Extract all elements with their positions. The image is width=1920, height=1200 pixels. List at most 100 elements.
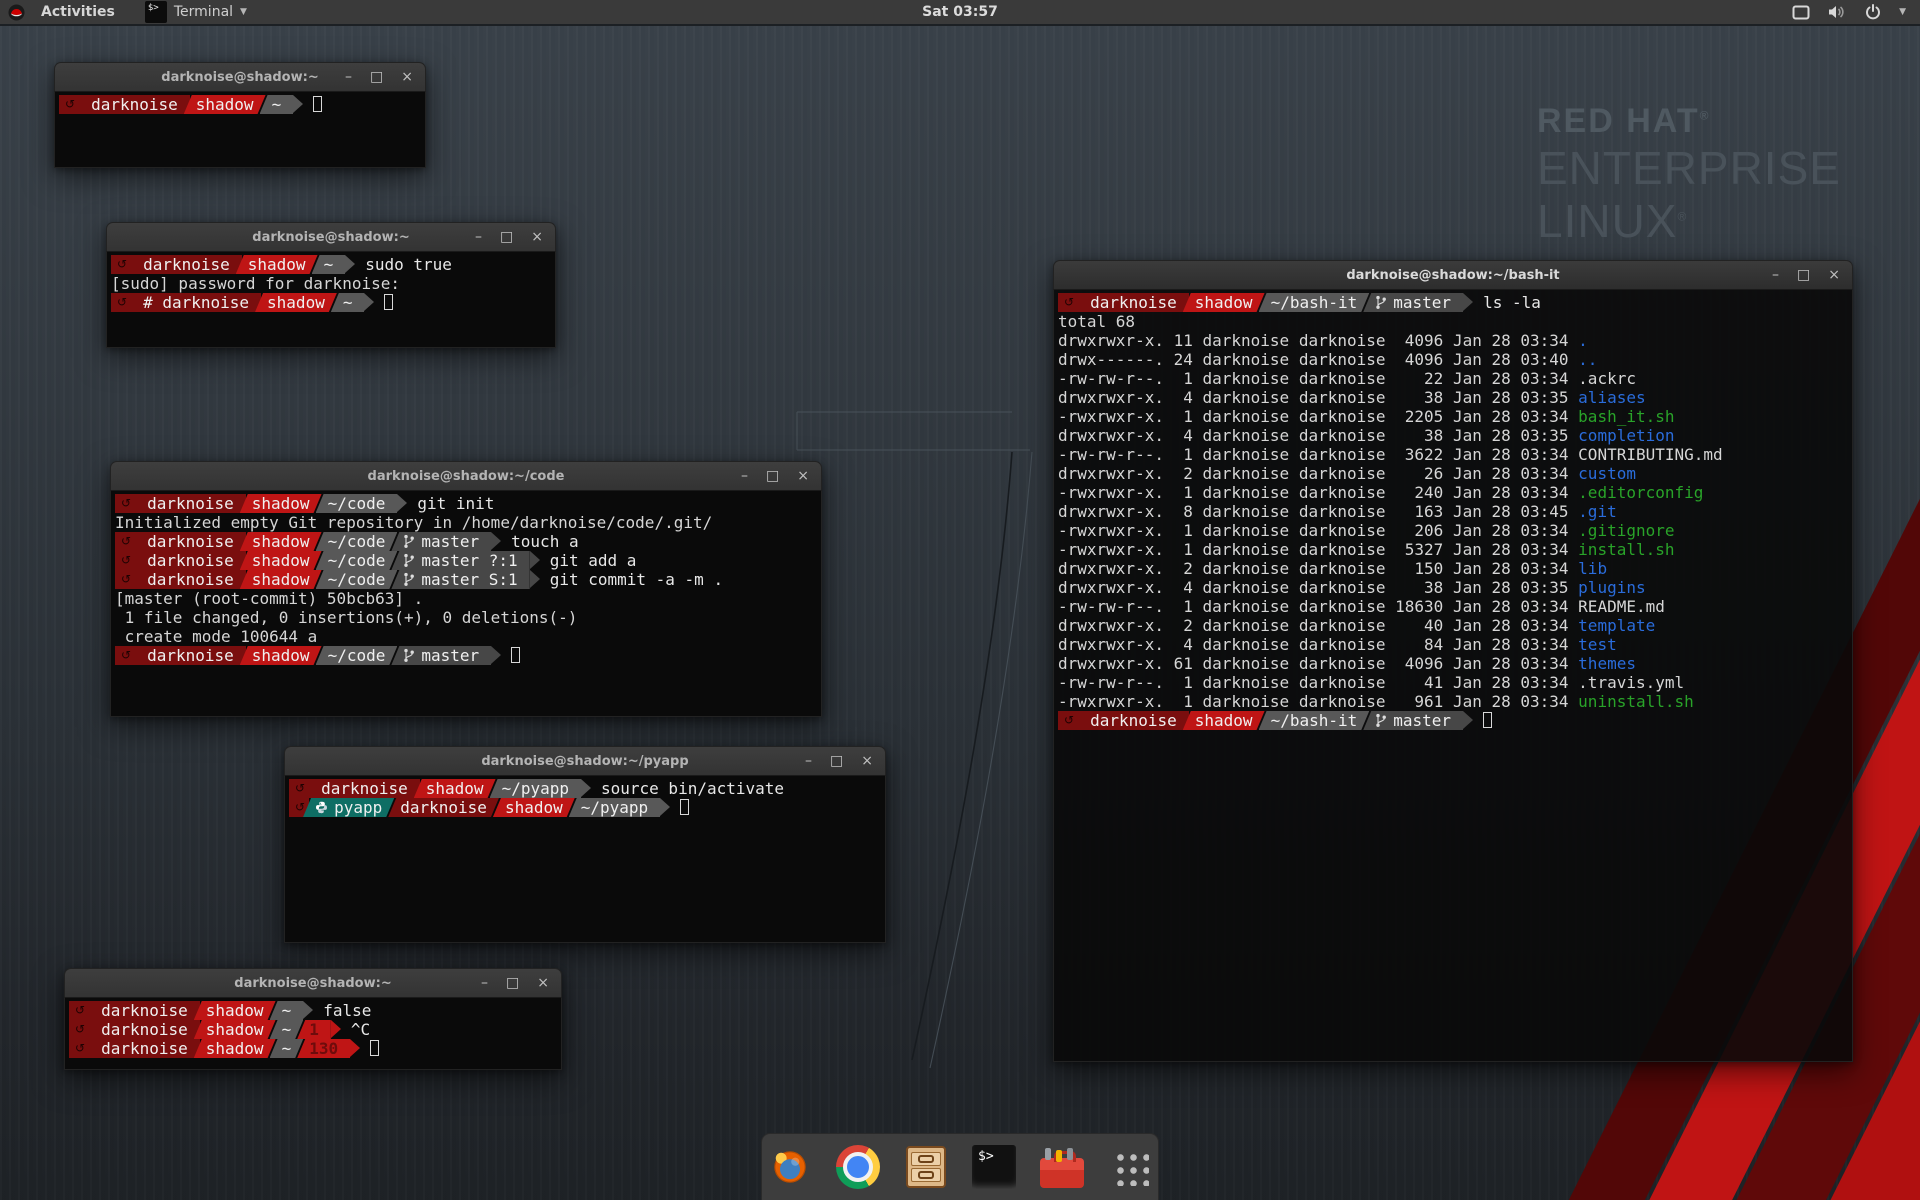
firefox-icon xyxy=(768,1145,812,1189)
titlebar[interactable]: darknoise@shadow:~/code–□× xyxy=(110,461,822,491)
titlebar[interactable]: darknoise@shadow:~/bash-it–□ × xyxy=(1053,260,1853,290)
terminal-cursor xyxy=(511,647,520,663)
minimize-button[interactable]: – xyxy=(741,461,748,491)
terminal-cursor xyxy=(1483,712,1492,728)
ls-row-filename: completion xyxy=(1578,426,1674,445)
prompt-arrow xyxy=(350,1039,360,1057)
output-line: [master (root-commit) 50bcb63] . xyxy=(115,589,815,608)
close-button[interactable]: × xyxy=(401,62,413,92)
terminal-window-exitcodes[interactable]: darknoise@shadow:~–□×↺darknoiseshadow~fa… xyxy=(64,968,562,1070)
maximize-button[interactable]: □ xyxy=(506,968,519,998)
ls-row-filename: .. xyxy=(1578,350,1597,369)
terminal-window-sudo[interactable]: darknoise@shadow:~–□×↺darknoiseshadow~su… xyxy=(106,222,556,348)
ls-row-filename: .ackrc xyxy=(1578,369,1636,388)
dock-item-app-grid[interactable] xyxy=(1107,1144,1153,1190)
ls-row: drwxrwxr-x. 11 darknoise darknoise 4096 … xyxy=(1058,331,1846,350)
display-icon[interactable] xyxy=(1792,5,1810,20)
ls-row-filename: plugins xyxy=(1578,578,1645,597)
ls-row: -rwxrwxr-x. 1 darknoise darknoise 2205 J… xyxy=(1058,407,1846,426)
terminal-content[interactable]: ↺darknoiseshadow~/codegit initInitialize… xyxy=(110,491,822,717)
prompt-segment-gray: ~ xyxy=(270,1020,304,1039)
window-title: darknoise@shadow:~/bash-it xyxy=(1054,268,1852,283)
dock-item-toolbox[interactable] xyxy=(1039,1144,1085,1190)
chevron-down-icon[interactable]: ▼ xyxy=(1899,7,1906,17)
prompt-segment-darkred: darknoise xyxy=(135,570,246,589)
volume-icon[interactable] xyxy=(1828,4,1847,20)
clock[interactable]: Sat 03:57 xyxy=(0,4,1920,20)
rhel-logo-line3: LINUX® xyxy=(1537,198,1841,244)
terminal-window-pyapp[interactable]: darknoise@shadow:~/pyapp–□×↺darknoisesha… xyxy=(284,746,886,943)
terminal-content[interactable]: ↺darknoiseshadow~/bash-itmasterls -latot… xyxy=(1053,290,1853,1062)
terminal-window-code[interactable]: darknoise@shadow:~/code–□×↺darknoiseshad… xyxy=(110,461,822,717)
maximize-button[interactable]: □ xyxy=(830,746,843,776)
prompt-swirl-icon: ↺ xyxy=(69,1001,89,1020)
dock-item-firefox[interactable] xyxy=(767,1144,813,1190)
maximize-button[interactable]: □ xyxy=(1797,260,1810,290)
close-button[interactable]: × xyxy=(797,461,809,491)
dock-item-chrome[interactable] xyxy=(835,1144,881,1190)
output-line: Initialized empty Git repository in /hom… xyxy=(115,513,815,532)
close-button[interactable]: × xyxy=(531,222,543,252)
close-button[interactable]: × xyxy=(1828,260,1840,290)
ls-row: -rwxrwxr-x. 1 darknoise darknoise 240 Ja… xyxy=(1058,483,1846,502)
prompt-swirl-icon: ↺ xyxy=(115,551,135,570)
terminal-content[interactable]: ↺darknoiseshadow~false↺darknoiseshadow~1… xyxy=(64,998,562,1070)
ls-row-meta: drwxrwxr-x. 2 darknoise darknoise 40 Jan… xyxy=(1058,616,1578,635)
rhel-logo: RED HAT® ENTERPRISE LINUX® xyxy=(1537,104,1841,244)
prompt-arrow xyxy=(530,570,540,588)
ls-row-meta: -rwxrwxr-x. 1 darknoise darknoise 961 Ja… xyxy=(1058,692,1578,711)
ls-row-meta: -rw-rw-r--. 1 darknoise darknoise 3622 J… xyxy=(1058,445,1578,464)
ls-row-filename: bash_it.sh xyxy=(1578,407,1674,426)
minimize-button[interactable]: – xyxy=(345,62,352,92)
dock-item-files[interactable] xyxy=(903,1144,949,1190)
prompt-segment-darkred: darknoise xyxy=(309,779,420,798)
ls-row: -rw-rw-r--. 1 darknoise darknoise 3622 J… xyxy=(1058,445,1846,464)
ls-row: drwxrwxr-x. 4 darknoise darknoise 38 Jan… xyxy=(1058,388,1846,407)
toolbox-icon xyxy=(1040,1158,1084,1188)
close-button[interactable]: × xyxy=(537,968,549,998)
ls-row-meta: drwxrwxr-x. 11 darknoise darknoise 4096 … xyxy=(1058,331,1578,350)
output-line: 1 file changed, 0 insertions(+), 0 delet… xyxy=(115,608,815,627)
dock: $> xyxy=(761,1133,1159,1200)
minimize-button[interactable]: – xyxy=(481,968,488,998)
prompt-line: ↺darknoiseshadow~/codemaster S:1git comm… xyxy=(115,570,815,589)
maximize-button[interactable]: □ xyxy=(500,222,513,252)
prompt-segment-git: master xyxy=(1363,293,1463,312)
terminal-content[interactable]: ↺darknoiseshadow~/pyappsource bin/activa… xyxy=(284,776,886,943)
command-text: git add a xyxy=(540,551,637,570)
minimize-button[interactable]: – xyxy=(1772,260,1779,290)
titlebar[interactable]: darknoise@shadow:~–□× xyxy=(106,222,556,252)
ls-row-meta: drwxrwxr-x. 4 darknoise darknoise 38 Jan… xyxy=(1058,578,1578,597)
dock-item-terminal[interactable]: $> xyxy=(971,1144,1017,1190)
ls-row-meta: -rwxrwxr-x. 1 darknoise darknoise 5327 J… xyxy=(1058,540,1578,559)
prompt-segment-red: shadow xyxy=(240,570,322,589)
minimize-button[interactable]: – xyxy=(805,746,812,776)
terminal-content[interactable]: ↺darknoiseshadow~ xyxy=(54,92,426,168)
terminal-content[interactable]: ↺darknoiseshadow~sudo true[sudo] passwor… xyxy=(106,252,556,348)
prompt-segment-red: shadow xyxy=(194,1020,276,1039)
ls-row-meta: drwxrwxr-x. 4 darknoise darknoise 84 Jan… xyxy=(1058,635,1578,654)
prompt-segment-red: shadow xyxy=(414,779,496,798)
titlebar[interactable]: darknoise@shadow:~–□× xyxy=(54,62,426,92)
terminal-cursor xyxy=(370,1040,379,1056)
ls-row: drwxrwxr-x. 4 darknoise darknoise 38 Jan… xyxy=(1058,426,1846,445)
titlebar[interactable]: darknoise@shadow:~/pyapp–□× xyxy=(284,746,886,776)
prompt-segment-darkred: darknoise xyxy=(135,646,246,665)
power-icon[interactable] xyxy=(1865,4,1881,20)
prompt-swirl-icon: ↺ xyxy=(111,255,131,274)
prompt-segment-gray: ~/code xyxy=(316,494,398,513)
prompt-segment-darkred: darknoise xyxy=(135,494,246,513)
prompt-line: ↺# darknoiseshadow~ xyxy=(111,293,549,312)
maximize-button[interactable]: □ xyxy=(766,461,779,491)
close-button[interactable]: × xyxy=(861,746,873,776)
minimize-button[interactable]: – xyxy=(475,222,482,252)
maximize-button[interactable]: □ xyxy=(370,62,383,92)
prompt-arrow xyxy=(491,532,501,550)
terminal-window-bash-it[interactable]: darknoise@shadow:~/bash-it–□ ×↺darknoises… xyxy=(1053,260,1853,1062)
terminal-window-home-small[interactable]: darknoise@shadow:~–□×↺darknoiseshadow~ xyxy=(54,62,426,168)
prompt-swirl-icon: ↺ xyxy=(115,494,135,513)
titlebar[interactable]: darknoise@shadow:~–□× xyxy=(64,968,562,998)
prompt-line: ↺darknoiseshadow~/codemastertouch a xyxy=(115,532,815,551)
prompt-segment-git: master S:1 xyxy=(391,570,529,589)
prompt-arrow xyxy=(660,798,670,816)
